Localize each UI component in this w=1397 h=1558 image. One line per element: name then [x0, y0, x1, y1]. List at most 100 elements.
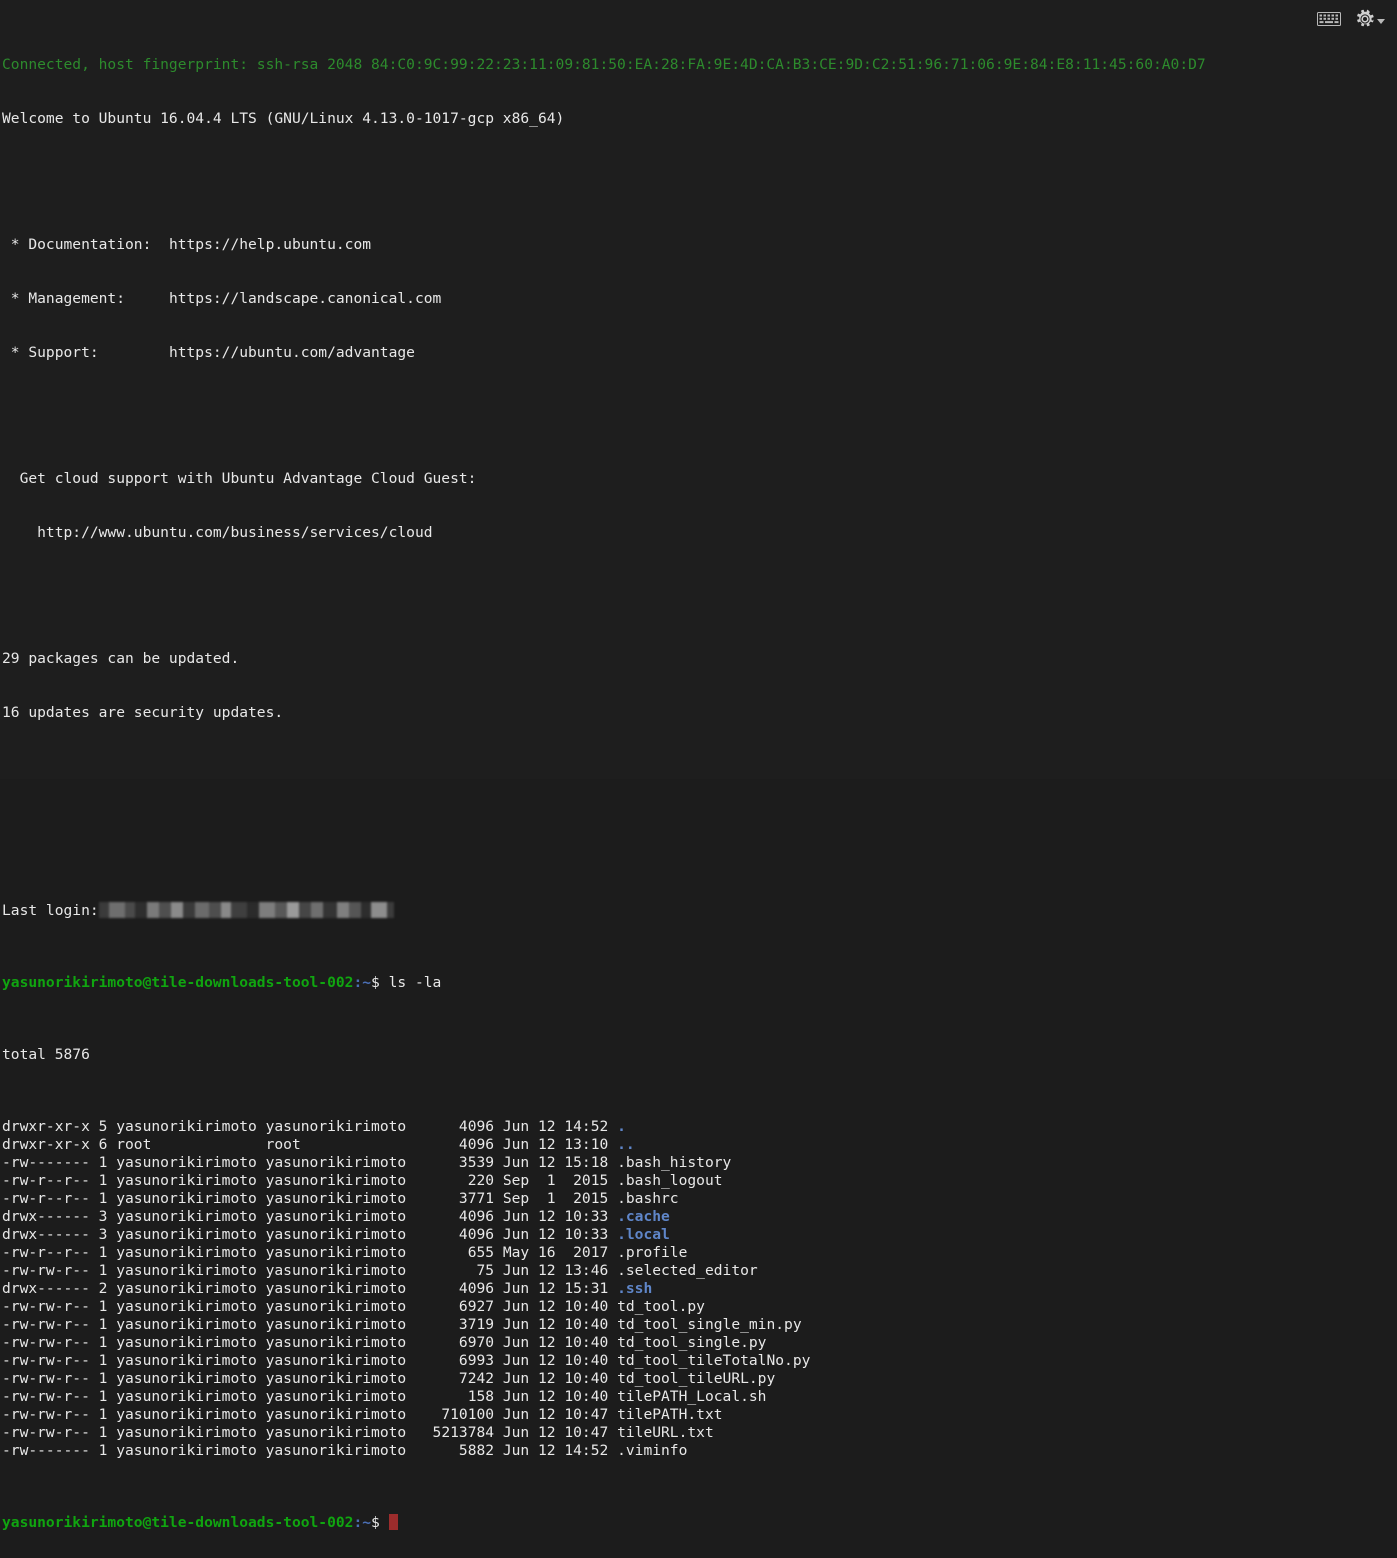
- table-row: -rw-rw-r-- 1 yasunorikirimoto yasunoriki…: [2, 1424, 1397, 1442]
- row-date: Jun 12 10:40: [502, 1352, 618, 1369]
- row-size: 6970: [414, 1334, 503, 1351]
- row-group: yasunorikirimoto: [265, 1280, 415, 1297]
- terminal-window[interactable]: Connected, host fingerprint: ssh-rsa 204…: [0, 0, 1397, 1531]
- row-size: 3539: [414, 1154, 503, 1171]
- table-row: -rw-rw-r-- 1 yasunorikirimoto yasunoriki…: [2, 1316, 1397, 1334]
- row-size: 158: [414, 1388, 503, 1405]
- row-size: 6993: [414, 1352, 503, 1369]
- row-group: yasunorikirimoto: [265, 1226, 415, 1243]
- table-row: -rw-rw-r-- 1 yasunorikirimoto yasunoriki…: [2, 1262, 1397, 1280]
- row-group: root: [265, 1136, 415, 1153]
- table-row: drwx------ 2 yasunorikirimoto yasunoriki…: [2, 1280, 1397, 1298]
- row-permissions: -rw-rw-r--: [2, 1424, 99, 1441]
- table-row: -rw-r--r-- 1 yasunorikirimoto yasunoriki…: [2, 1190, 1397, 1208]
- row-owner: yasunorikirimoto: [116, 1244, 266, 1261]
- table-row: -rw-rw-r-- 1 yasunorikirimoto yasunoriki…: [2, 1370, 1397, 1388]
- table-row: -rw-rw-r-- 1 yasunorikirimoto yasunoriki…: [2, 1352, 1397, 1370]
- row-size: 4096: [414, 1136, 503, 1153]
- row-permissions: -rw-rw-r--: [2, 1370, 99, 1387]
- row-filename: .local: [617, 1226, 670, 1243]
- welcome-line: Welcome to Ubuntu 16.04.4 LTS (GNU/Linux…: [2, 110, 565, 127]
- row-group: yasunorikirimoto: [265, 1262, 415, 1279]
- row-link-count: 2: [98, 1280, 117, 1297]
- table-row: -rw------- 1 yasunorikirimoto yasunoriki…: [2, 1442, 1397, 1460]
- row-size: 4096: [414, 1280, 503, 1297]
- row-permissions: -rw-rw-r--: [2, 1388, 99, 1405]
- row-permissions: -rw-r--r--: [2, 1190, 99, 1207]
- keyboard-icon[interactable]: [1317, 11, 1341, 27]
- row-owner: yasunorikirimoto: [116, 1118, 266, 1135]
- row-filename: td_tool_tileTotalNo.py: [617, 1352, 811, 1369]
- table-row: -rw-rw-r-- 1 yasunorikirimoto yasunoriki…: [2, 1298, 1397, 1316]
- row-date: Jun 12 10:47: [502, 1406, 618, 1423]
- row-group: yasunorikirimoto: [265, 1406, 415, 1423]
- row-permissions: -rw-rw-r--: [2, 1352, 99, 1369]
- chevron-down-icon[interactable]: [1377, 18, 1385, 24]
- row-size: 5213784: [414, 1424, 503, 1441]
- prompt-line-command: yasunorikirimoto@tile-downloads-tool-002…: [2, 974, 1397, 992]
- row-size: 7242: [414, 1370, 503, 1387]
- file-listing: drwxr-xr-x 5 yasunorikirimoto yasunoriki…: [2, 1118, 1397, 1460]
- banner-link-documentation: * Documentation: https://help.ubuntu.com: [2, 236, 1397, 254]
- row-permissions: drwx------: [2, 1208, 99, 1225]
- row-permissions: drwx------: [2, 1280, 99, 1297]
- last-login-line: Last login:: [2, 902, 1397, 920]
- row-link-count: 1: [98, 1370, 117, 1387]
- row-filename: .bashrc: [617, 1190, 679, 1207]
- banner-link-support: * Support: https://ubuntu.com/advantage: [2, 344, 1397, 362]
- row-group: yasunorikirimoto: [265, 1118, 415, 1135]
- row-link-count: 1: [98, 1388, 117, 1405]
- row-permissions: drwx------: [2, 1226, 99, 1243]
- row-link-count: 3: [98, 1226, 117, 1243]
- row-date: Sep 1 2015: [502, 1172, 618, 1189]
- gear-icon[interactable]: [1355, 9, 1375, 29]
- row-link-count: 5: [98, 1118, 117, 1135]
- row-owner: yasunorikirimoto: [116, 1172, 266, 1189]
- row-group: yasunorikirimoto: [265, 1334, 415, 1351]
- row-owner: yasunorikirimoto: [116, 1442, 266, 1459]
- command-text: ls -la: [379, 974, 442, 991]
- row-filename: .: [617, 1118, 626, 1135]
- row-date: Jun 12 10:40: [502, 1334, 618, 1351]
- row-filename: td_tool_single.py: [617, 1334, 767, 1351]
- row-filename: .selected_editor: [617, 1262, 758, 1279]
- row-permissions: -rw-r--r--: [2, 1172, 99, 1189]
- row-owner: yasunorikirimoto: [116, 1226, 266, 1243]
- row-filename: tilePATH_Local.sh: [617, 1388, 767, 1405]
- prompt-user-host: yasunorikirimoto@tile-downloads-tool-002: [2, 974, 354, 991]
- banner-link-management-label: * Management:: [2, 290, 169, 307]
- row-link-count: 1: [98, 1316, 117, 1333]
- prompt-symbol: $: [371, 974, 380, 991]
- settings-menu-button[interactable]: [1355, 9, 1385, 29]
- cloud-support-url: http://www.ubuntu.com/business/services/…: [2, 524, 433, 541]
- row-date: Jun 12 14:52: [502, 1442, 618, 1459]
- banner-link-support-label: * Support:: [2, 344, 169, 361]
- row-date: Jun 12 13:10: [502, 1136, 618, 1153]
- prompt-line-current[interactable]: yasunorikirimoto@tile-downloads-tool-002…: [2, 1514, 1397, 1532]
- row-owner: yasunorikirimoto: [116, 1334, 266, 1351]
- row-permissions: -rw-rw-r--: [2, 1298, 99, 1315]
- row-date: Jun 12 13:46: [502, 1262, 618, 1279]
- terminal-screen[interactable]: Connected, host fingerprint: ssh-rsa 204…: [0, 0, 1397, 1531]
- cloud-support-line: Get cloud support with Ubuntu Advantage …: [2, 470, 477, 487]
- row-date: Sep 1 2015: [502, 1190, 618, 1207]
- row-owner: yasunorikirimoto: [116, 1190, 266, 1207]
- table-row: -rw-r--r-- 1 yasunorikirimoto yasunoriki…: [2, 1244, 1397, 1262]
- row-size: 3771: [414, 1190, 503, 1207]
- prompt-path: :~: [353, 1514, 372, 1531]
- row-date: Jun 12 10:33: [502, 1208, 618, 1225]
- row-owner: yasunorikirimoto: [116, 1388, 266, 1405]
- table-row: -rw------- 1 yasunorikirimoto yasunoriki…: [2, 1154, 1397, 1172]
- row-permissions: -rw-------: [2, 1442, 99, 1459]
- text-cursor[interactable]: [388, 1514, 398, 1530]
- table-row: drwxr-xr-x 6 root root 4096 Jun 12 13:10…: [2, 1136, 1397, 1154]
- row-group: yasunorikirimoto: [265, 1352, 415, 1369]
- row-filename: .cache: [617, 1208, 670, 1225]
- row-group: yasunorikirimoto: [265, 1154, 415, 1171]
- row-link-count: 1: [98, 1154, 117, 1171]
- row-link-count: 1: [98, 1424, 117, 1441]
- row-permissions: -rw-r--r--: [2, 1244, 99, 1261]
- row-group: yasunorikirimoto: [265, 1244, 415, 1261]
